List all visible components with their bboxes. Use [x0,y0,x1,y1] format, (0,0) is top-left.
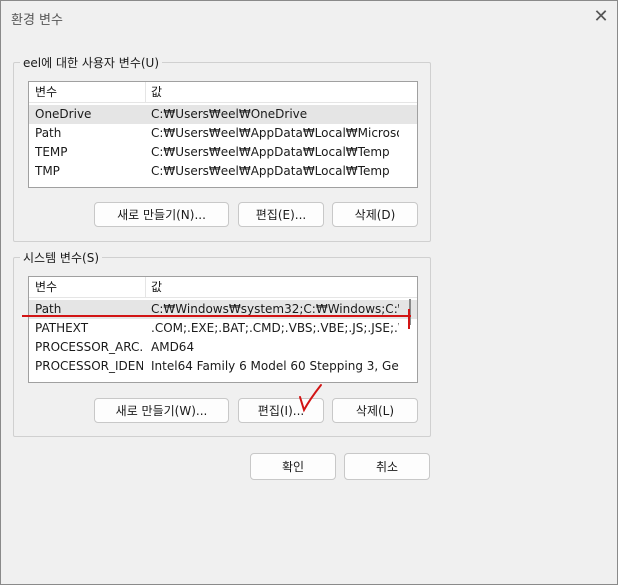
system-new-button[interactable]: 새로 만들기(W)... [94,398,229,423]
variable-name: TEMP [35,145,68,159]
list-item[interactable]: Path C:₩Users₩eel₩AppData₩Local₩Microsof… [29,124,417,143]
list-item[interactable]: PATHEXT .COM;.EXE;.BAT;.CMD;.VBS;.VBE;.J… [29,319,417,338]
red-underline-annotation [22,315,411,317]
column-header-variable[interactable]: 변수 [35,277,143,297]
list-item[interactable]: PROCESSOR_IDEN... Intel64 Family 6 Model… [29,357,417,376]
column-header-value[interactable]: 값 [151,82,399,102]
window-title: 환경 변수 [11,13,63,28]
cancel-button[interactable]: 취소 [344,453,430,480]
variable-value: Intel64 Family 6 Model 60 Stepping 3, Ge… [151,359,399,373]
variable-value: C:₩Users₩eel₩AppData₩Local₩Microsoft₩... [151,126,399,140]
system-variables-list[interactable]: 변수 값 Path C:₩Windows₩system32;C:₩Windows… [28,276,418,383]
environment-variables-dialog: 환경 변수 ✕ eel에 대한 사용자 변수(U) 변수 값 OneDrive … [0,0,618,585]
ok-button[interactable]: 확인 [250,453,336,480]
column-header-variable[interactable]: 변수 [35,82,143,102]
column-divider[interactable] [145,82,146,102]
variable-name: PATHEXT [35,321,89,335]
variable-value: .COM;.EXE;.BAT;.CMD;.VBS;.VBE;.JS;.JSE;.… [151,321,399,335]
user-edit-button[interactable]: 편집(E)... [238,202,324,227]
list-header: 변수 값 [29,82,417,103]
variable-name: TMP [35,164,60,178]
column-divider[interactable] [145,277,146,297]
user-delete-button[interactable]: 삭제(D) [332,202,418,227]
system-delete-button[interactable]: 삭제(L) [332,398,418,423]
variable-value: AMD64 [151,340,195,354]
variable-name: PROCESSOR_ARC... [35,340,143,354]
variable-name: PROCESSOR_IDEN... [35,359,143,373]
variable-value: C:₩Users₩eel₩AppData₩Local₩Temp [151,145,390,159]
user-variables-list[interactable]: 변수 값 OneDrive C:₩Users₩eel₩OneDrive Path… [28,81,418,188]
system-variables-label: 시스템 변수(S) [20,249,102,266]
list-header: 변수 값 [29,277,417,298]
list-item[interactable]: OneDrive C:₩Users₩eel₩OneDrive [29,105,417,124]
title-bar: 환경 변수 ✕ [1,1,617,33]
list-item[interactable]: PROCESSOR_ARC... AMD64 [29,338,417,357]
list-item[interactable]: TEMP C:₩Users₩eel₩AppData₩Local₩Temp [29,143,417,162]
variable-name: Path [35,126,62,140]
red-checkmark-annotation [299,384,322,413]
close-icon[interactable]: ✕ [589,5,613,29]
variable-name: OneDrive [35,107,92,121]
red-tick-annotation [408,309,410,329]
variable-value: C:₩Users₩eel₩AppData₩Local₩Temp [151,164,390,178]
user-variables-label: eel에 대한 사용자 변수(U) [20,54,163,71]
variable-value: C:₩Users₩eel₩OneDrive [151,107,308,121]
column-header-value[interactable]: 값 [151,277,399,297]
system-variables-group: 시스템 변수(S) 변수 값 Path C:₩Windows₩system32;… [13,249,431,437]
user-variables-group: eel에 대한 사용자 변수(U) 변수 값 OneDrive C:₩Users… [13,54,431,242]
user-new-button[interactable]: 새로 만들기(N)... [94,202,229,227]
list-item[interactable]: TMP C:₩Users₩eel₩AppData₩Local₩Temp [29,162,417,181]
